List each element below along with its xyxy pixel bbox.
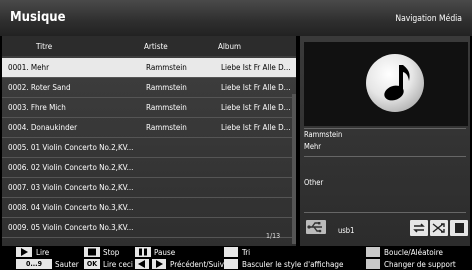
info-divider bbox=[304, 128, 466, 129]
previous-icon[interactable] bbox=[135, 259, 149, 269]
track-title: 0005. 01 Violin Concerto No.2,KV... bbox=[8, 143, 134, 152]
sort-key-icon[interactable] bbox=[224, 247, 238, 257]
legend-sort: Tri bbox=[242, 248, 251, 257]
now-playing-artist: Rammstein bbox=[304, 130, 343, 139]
track-title: 0004. Donaukinder bbox=[8, 123, 78, 132]
now-playing-title: Mehr bbox=[304, 142, 322, 151]
legend-jump: Sauter bbox=[55, 260, 79, 269]
track-title: 0009. 05 Violin Concerto No.3,KV... bbox=[8, 223, 134, 232]
info-divider bbox=[304, 156, 466, 157]
track-album: Liebe Ist Fr Alle D... bbox=[221, 83, 291, 92]
track-album: Liebe Ist Fr Alle D... bbox=[221, 103, 291, 112]
list-header: Titre Artiste Album bbox=[2, 36, 296, 56]
now-playing-panel: Rammstein Mehr Other usb1 bbox=[300, 36, 470, 246]
track-artist: Rammstein bbox=[146, 83, 187, 92]
pause-icon[interactable] bbox=[135, 247, 151, 257]
track-row[interactable]: 0003. Fhre Mich Rammstein Liebe Ist Fr A… bbox=[2, 98, 296, 118]
legend-play: Lire bbox=[36, 248, 50, 257]
app-title: Musique bbox=[10, 10, 66, 25]
track-row[interactable]: 0004. Donaukinder Rammstein Liebe Ist Fr… bbox=[2, 118, 296, 138]
loop-key-icon[interactable] bbox=[366, 247, 380, 257]
legend-change-source: Changer de support bbox=[384, 260, 456, 269]
digits-key[interactable]: 0...9 bbox=[16, 259, 52, 269]
track-row[interactable]: 0009. 05 Violin Concerto No.3,KV... bbox=[2, 218, 296, 238]
track-row[interactable]: 0002. Roter Sand Rammstein Liebe Ist Fr … bbox=[2, 78, 296, 98]
track-row[interactable]: 0008. 04 Violin Concerto No.3,KV... bbox=[2, 198, 296, 218]
track-artist: Rammstein bbox=[146, 63, 187, 72]
legend-stop: Stop bbox=[103, 248, 120, 257]
track-album: Liebe Ist Fr Alle D... bbox=[221, 63, 291, 72]
legend-play-this: Lire ceci bbox=[103, 260, 133, 269]
album-art bbox=[304, 42, 468, 126]
media-browser-label: Navigation Média bbox=[395, 14, 462, 24]
info-divider bbox=[304, 212, 466, 213]
play-icon[interactable] bbox=[16, 247, 32, 257]
change-source-key-icon[interactable] bbox=[366, 259, 380, 269]
page-indicator: 1/13 bbox=[266, 232, 281, 240]
track-title: 0003. Fhre Mich bbox=[8, 103, 66, 112]
usb-icon[interactable] bbox=[306, 220, 326, 234]
legend-toggle-style: Basculer le style d'affichage bbox=[242, 260, 344, 269]
music-note-icon bbox=[384, 65, 410, 101]
track-title: 0007. 03 Violin Concerto No.2,KV... bbox=[8, 183, 134, 192]
legend-loop: Boucle/Aléatoire bbox=[384, 248, 443, 257]
button-legend: Lire Stop Pause Tri Boucle/Aléatoire 0..… bbox=[0, 246, 472, 270]
track-album: Liebe Ist Fr Alle D... bbox=[221, 123, 291, 132]
stop-icon[interactable] bbox=[84, 247, 100, 257]
track-row[interactable]: 0001. Mehr Rammstein Liebe Ist Fr Alle D… bbox=[2, 58, 296, 78]
track-list: 0001. Mehr Rammstein Liebe Ist Fr Alle D… bbox=[2, 58, 296, 238]
column-header-artist[interactable]: Artiste bbox=[144, 42, 168, 51]
track-row[interactable]: 0007. 03 Violin Concerto No.2,KV... bbox=[2, 178, 296, 198]
title-bar: Musique Navigation Média bbox=[0, 0, 472, 36]
ok-key[interactable]: OK bbox=[84, 259, 100, 269]
track-title: 0006. 02 Violin Concerto No.2,KV... bbox=[8, 163, 134, 172]
track-title: 0002. Roter Sand bbox=[8, 83, 71, 92]
stop-mode-icon[interactable] bbox=[450, 220, 468, 236]
music-disc-icon bbox=[366, 54, 424, 112]
track-row[interactable]: 0006. 02 Violin Concerto No.2,KV... bbox=[2, 158, 296, 178]
track-artist: Rammstein bbox=[146, 103, 187, 112]
shuffle-icon[interactable] bbox=[430, 220, 448, 236]
now-playing-genre: Other bbox=[304, 178, 324, 187]
track-list-panel: Titre Artiste Album 0001. Mehr Rammstein… bbox=[2, 36, 296, 246]
repeat-icon[interactable] bbox=[410, 220, 428, 236]
column-header-title[interactable]: Titre bbox=[36, 42, 52, 51]
track-title: 0001. Mehr bbox=[8, 63, 50, 72]
source-label: usb1 bbox=[338, 226, 355, 235]
track-row[interactable]: 0005. 01 Violin Concerto No.2,KV... bbox=[2, 138, 296, 158]
legend-pause: Pause bbox=[154, 248, 176, 257]
next-icon[interactable] bbox=[152, 259, 166, 269]
toggle-style-key-icon[interactable] bbox=[224, 259, 238, 269]
track-artist: Rammstein bbox=[146, 123, 187, 132]
list-scrollbar[interactable] bbox=[292, 94, 296, 244]
column-header-album[interactable]: Album bbox=[218, 42, 241, 51]
track-title: 0008. 04 Violin Concerto No.3,KV... bbox=[8, 203, 134, 212]
